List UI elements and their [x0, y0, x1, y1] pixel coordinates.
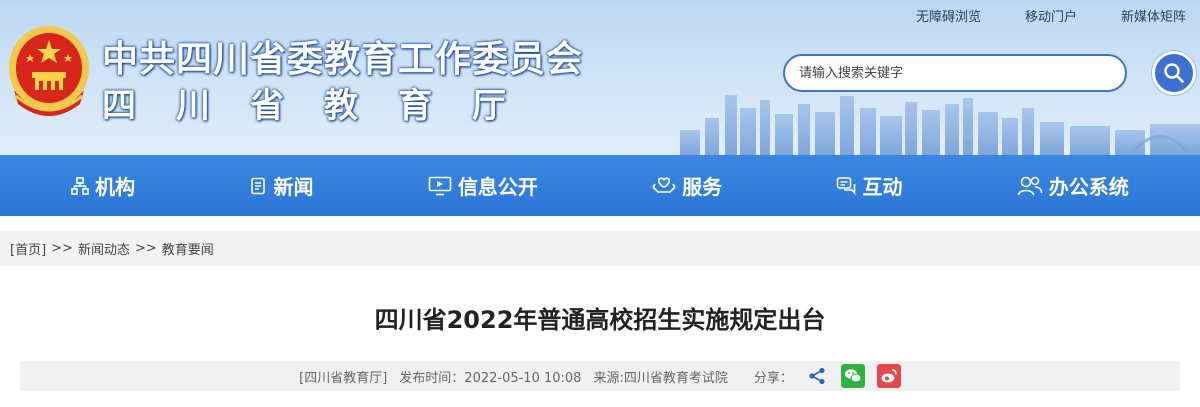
nav-label-info-disclosure: 信息公开 — [457, 175, 538, 199]
nav-item-services[interactable]: 服务 — [642, 155, 732, 216]
search-box — [783, 54, 1127, 92]
breadcrumb-separator: >> — [134, 241, 157, 256]
article-title: 四川省2022年普通高校招生实施规定出台 — [374, 306, 826, 334]
breadcrumb-education-news-link[interactable]: 教育要闻 — [162, 239, 214, 258]
site-title-department: 四川省教育厅 — [102, 86, 546, 126]
wechat-logo-icon — [844, 369, 862, 383]
nav-item-institutions[interactable]: 机构 — [61, 155, 145, 216]
national-emblem-icon[interactable] — [6, 20, 92, 124]
breadcrumb-home-link[interactable]: [首页] — [10, 239, 46, 258]
share-nodes-icon — [809, 367, 825, 385]
site-title-committee: 中共四川省委教育工作委员会 — [102, 39, 584, 80]
breadcrumb-separator: >> — [51, 241, 73, 256]
main-nav: 机构 新闻 信息公开 服务 互动 办公系统 — [0, 155, 1200, 216]
nav-label-office-system: 办公系统 — [1048, 175, 1129, 199]
search-icon — [1164, 63, 1184, 83]
top-links: 无障碍浏览 移动门户 新媒体矩阵 — [872, 6, 1186, 25]
article-meta-bar: [四川省教育厅] 发布时间：2022-05-10 10:08 来源:四川省教育考… — [20, 361, 1180, 391]
breadcrumb-news-link[interactable]: 新闻动态 — [78, 239, 130, 258]
nav-label-institutions: 机构 — [95, 175, 136, 199]
hands-icon — [652, 176, 676, 193]
search-button[interactable] — [1152, 51, 1196, 95]
accessibility-link[interactable]: 无障碍浏览 — [916, 6, 981, 25]
org-chart-icon — [71, 176, 89, 195]
article-origin: 来源:四川省教育考试院 — [593, 370, 728, 386]
chat-icon — [837, 176, 856, 195]
nav-item-interaction[interactable]: 互动 — [826, 155, 912, 216]
article-publish-time: 发布时间：2022-05-10 10:08 — [399, 370, 582, 386]
search-input[interactable] — [785, 56, 1125, 90]
weibo-icon[interactable] — [876, 364, 901, 388]
nav-item-info-disclosure[interactable]: 信息公开 — [418, 155, 548, 216]
breadcrumb: [首页] >> 新闻动态 >> 教育要闻 — [0, 231, 1200, 266]
spacer — [0, 216, 1200, 231]
new-media-matrix-link[interactable]: 新媒体矩阵 — [1121, 6, 1186, 25]
nav-label-news: 新闻 — [273, 175, 314, 199]
monitor-icon — [428, 176, 452, 195]
article-source-tag: [四川省教育厅] — [299, 370, 388, 386]
users-icon — [1017, 176, 1043, 195]
document-icon — [251, 177, 266, 194]
nav-item-news[interactable]: 新闻 — [239, 155, 323, 216]
nav-label-interaction: 互动 — [862, 175, 903, 199]
nav-item-office-system[interactable]: 办公系统 — [1007, 155, 1139, 216]
share-icon[interactable] — [805, 364, 829, 388]
nav-label-services: 服务 — [682, 175, 723, 199]
site-header: 无障碍浏览 移动门户 新媒体矩阵 中共四川省委教育工作委员会 四川省教育厅 — [0, 0, 1200, 155]
wechat-icon[interactable] — [840, 364, 865, 388]
mobile-portal-link[interactable]: 移动门户 — [1025, 6, 1077, 25]
weibo-logo-icon — [881, 369, 897, 383]
share-label: 分享： — [753, 370, 793, 386]
